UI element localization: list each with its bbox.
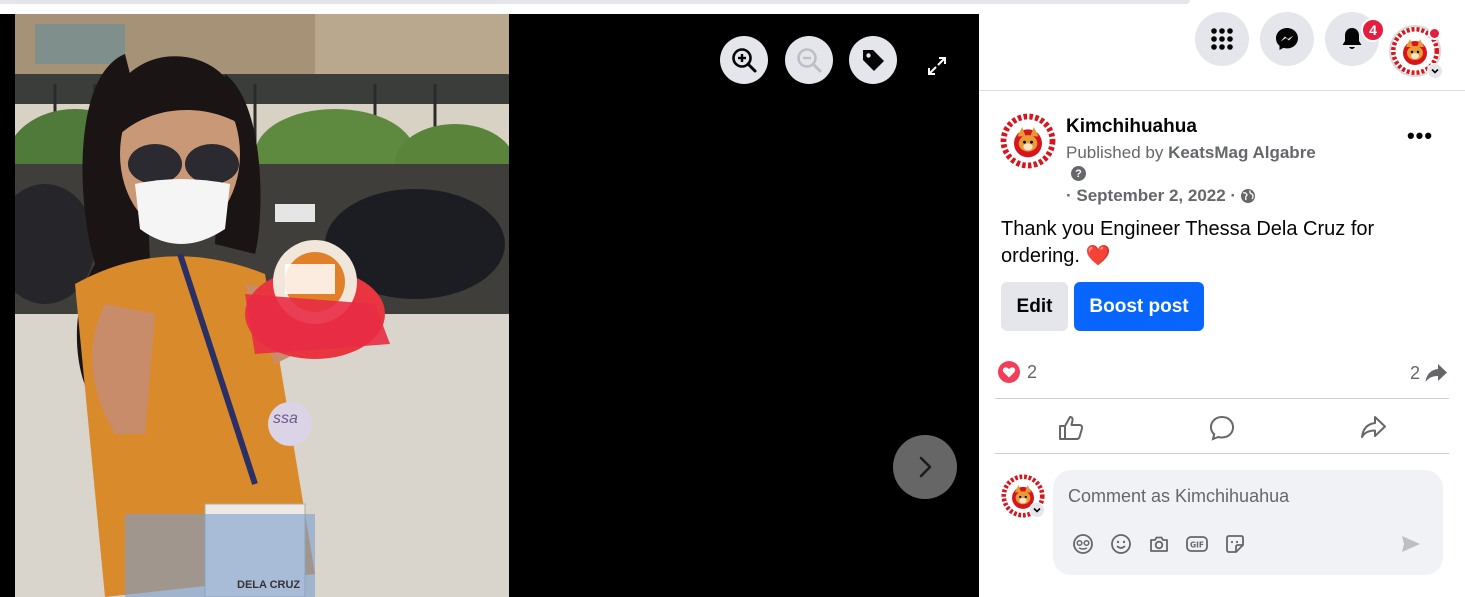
love-reaction-icon [998,361,1020,383]
tag-icon [863,50,884,71]
next-photo-button[interactable] [893,435,957,499]
post-date-line: · September 2, 2022 · [1066,186,1256,206]
reactions-summary[interactable]: 2 [997,360,1037,384]
zoom-in-icon [732,48,757,73]
share-count: 2 [1410,362,1421,383]
expand-button[interactable] [921,50,953,82]
zoom-out-button[interactable] [785,36,833,84]
comment-icon [1209,415,1235,441]
gif-button[interactable]: GIF [1185,532,1209,556]
publisher-link[interactable]: KeatsMag Algabre [1168,143,1316,162]
kimchihuahua-logo-icon [1000,113,1056,169]
page-name-link[interactable]: Kimchihuahua [1066,116,1197,138]
messenger-button[interactable] [1260,12,1314,66]
gif-icon: GIF [1186,536,1208,552]
post-text: Thank you Engineer Thessa Dela Cruz for … [1001,218,1375,267]
published-by-prefix: Published by [1066,143,1169,162]
chevron-down-icon [1033,507,1041,513]
globe-icon [1241,189,1256,203]
avatar-sticker-icon [1073,534,1093,554]
send-comment-button[interactable] [1399,532,1423,556]
boost-post-button[interactable]: Boost post [1074,282,1204,331]
emoji-button[interactable] [1109,532,1133,556]
camera-button[interactable] [1147,532,1171,556]
share-count-icon [1425,364,1448,382]
chevron-down-icon [1431,68,1439,74]
grid-menu-icon [1211,28,1233,50]
browser-top-strip [0,0,1465,14]
emoji-icon [1111,534,1131,554]
avatar-sticker-button[interactable] [1071,532,1095,556]
post-options-button[interactable]: ••• [1404,123,1436,148]
photo-id-text: DELA CRUZ [237,579,301,591]
zoom-out-icon [797,48,822,73]
photo-viewer: ssa DELA CRUZ [0,14,979,597]
scroll-track [0,0,1190,4]
published-by-line: Published by KeatsMag Algabre [1066,143,1316,163]
like-button[interactable] [1051,408,1091,448]
comment-tools: GIF [1071,532,1247,556]
comment-input[interactable]: Comment as Kimchihuahua [1068,486,1289,507]
actions-top-divider [995,398,1449,399]
menu-button[interactable] [1195,12,1249,66]
messenger-icon [1276,28,1298,50]
edit-button[interactable]: Edit [1001,282,1068,331]
shares-summary[interactable]: 2 [1410,362,1448,384]
comment-button[interactable] [1202,408,1242,448]
page-avatar[interactable] [1000,113,1056,169]
share-button[interactable] [1353,408,1393,448]
svg-text:GIF: GIF [1190,541,1204,550]
post-date-link[interactable]: · September 2, 2022 · [1066,186,1236,206]
expand-icon [928,57,946,75]
account-status-dot [1428,27,1441,40]
help-icon[interactable]: ? [1071,166,1086,181]
chevron-right-icon [919,456,932,478]
notification-count-badge: 4 [1361,18,1385,42]
share-icon [1361,416,1386,438]
post-photo[interactable]: ssa DELA CRUZ [15,14,509,597]
comment-composer[interactable]: Comment as Kimchihuahua GIF [1053,470,1443,575]
photo-illustration [15,14,509,597]
commenter-switch-chevron[interactable] [1029,502,1045,518]
reaction-count: 2 [1027,361,1038,382]
sticker-button[interactable] [1223,532,1247,556]
zoom-in-button[interactable] [720,36,768,84]
account-menu-chevron[interactable] [1427,63,1443,79]
tag-button[interactable] [849,36,897,84]
like-icon [1059,416,1084,440]
camera-icon [1150,536,1168,552]
sticker-icon [1226,535,1244,553]
actions-bottom-divider [995,453,1449,454]
photo-badge-text: ssa [273,410,298,427]
send-icon [1402,536,1420,552]
